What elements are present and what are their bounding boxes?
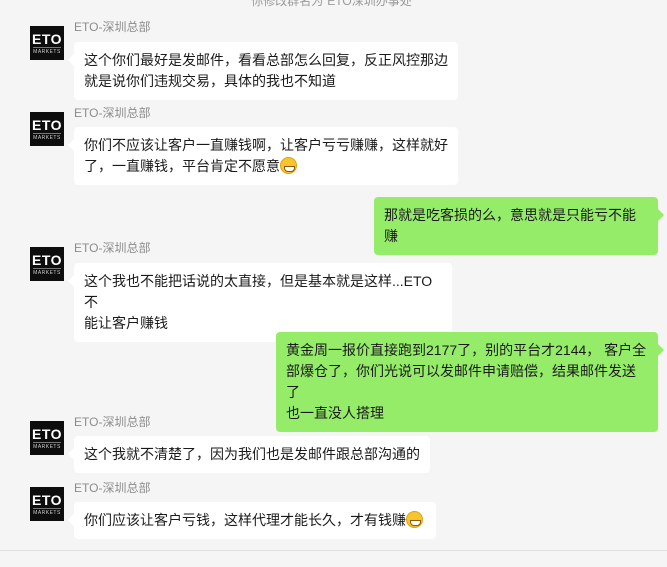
message-line: 这个你们最好是发邮件，看看总部怎么回复，反正风控那边 (84, 52, 448, 68)
message-line: 这个我就不清楚了，因为我们也是发邮件跟总部沟通的 (84, 446, 420, 462)
message-bubble[interactable]: 你们应该让客户亏钱，这样代理才能长久，才有钱赚 (68, 502, 436, 539)
message-line: 也一直没人搭理 (286, 405, 384, 421)
avatar[interactable]: ETO MARKETS (30, 247, 64, 281)
sender-name: ETO-深圳总部 (74, 106, 151, 120)
system-notice: 你修改群名为“ETO深圳办事处” (251, 0, 416, 8)
message-line: 你们不应该让客户一直赚钱啊，让客户亏亏赚赚，这样就好 (84, 137, 448, 153)
grin-emoji-icon (280, 157, 297, 174)
message-line: 那就是吃客损的么，意思就是只能亏不能赚 (384, 207, 636, 244)
message-bubble[interactable]: 你们不应该让客户一直赚钱啊，让客户亏亏赚赚，这样就好 了，一直赚钱，平台肯定不愿… (68, 127, 458, 185)
message-line: 部爆仓了，你们光说可以发邮件申请赔偿，结果邮件发送了 (286, 363, 636, 400)
input-toolbar-edge (0, 550, 667, 567)
message-bubble[interactable]: 那就是吃客损的么，意思就是只能亏不能赚 (374, 197, 664, 255)
avatar[interactable]: ETO MARKETS (30, 26, 64, 60)
sender-name: ETO-深圳总部 (74, 20, 151, 34)
sender-name: ETO-深圳总部 (74, 481, 151, 495)
message-bubble[interactable]: 这个你们最好是发邮件，看看总部怎么回复，反正风控那边 就是说你们违规交易，具体的… (68, 42, 458, 100)
message-line: 就是说你们违规交易，具体的我也不知道 (84, 73, 336, 89)
sender-name: ETO-深圳总部 (74, 241, 151, 255)
sender-name: ETO-深圳总部 (74, 415, 151, 429)
avatar[interactable]: ETO MARKETS (30, 421, 64, 455)
message-line: 这个我也不能把话说的太直接，但是基本就是这样...ETO不 (84, 273, 433, 310)
message-line: 你们应该让客户亏钱，这样代理才能长久，才有钱赚 (84, 512, 406, 528)
grin-emoji-icon (406, 511, 423, 528)
message-bubble[interactable]: 这个我也不能把话说的太直接，但是基本就是这样...ETO不 能让客户赚钱 (68, 263, 452, 342)
message-line: 黄金周一报价直接跑到2177了，别的平台才2144， 客户全 (286, 342, 647, 358)
avatar[interactable]: ETO MARKETS (30, 487, 64, 521)
message-bubble[interactable]: 黄金周一报价直接跑到2177了，别的平台才2144， 客户全 部爆仓了，你们光说… (276, 332, 664, 432)
message-line: 能让客户赚钱 (84, 315, 168, 331)
message-bubble[interactable]: 这个我就不清楚了，因为我们也是发邮件跟总部沟通的 (68, 436, 430, 473)
chat-window: 你修改群名为“ETO深圳办事处” ETO MARKETS ETO-深圳总部 这个… (0, 0, 667, 567)
avatar[interactable]: ETO MARKETS (30, 112, 64, 146)
message-line: 了，一直赚钱，平台肯定不愿意 (84, 158, 280, 174)
